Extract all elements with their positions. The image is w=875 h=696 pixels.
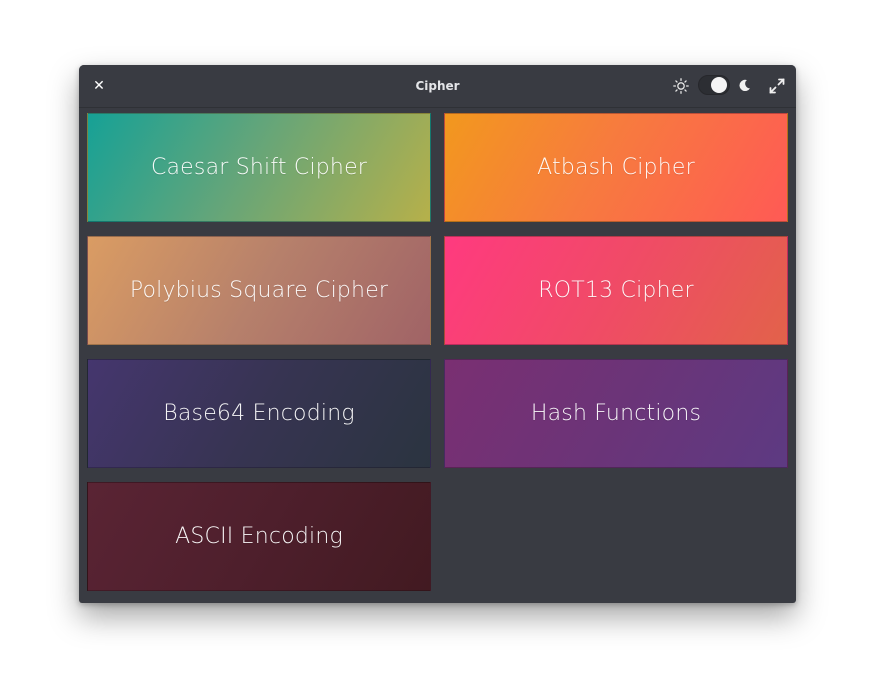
card-polybius-square-cipher[interactable]: Polybius Square Cipher (87, 236, 431, 345)
card-label: ASCII Encoding (175, 524, 343, 549)
card-atbash-cipher[interactable]: Atbash Cipher (444, 113, 788, 222)
card-label: Atbash Cipher (537, 155, 695, 180)
app-window: ✕ Cipher Caesar Shift Cipher Atbash Ciph… (79, 65, 796, 603)
toggle-knob (711, 77, 727, 93)
card-hash-functions[interactable]: Hash Functions (444, 359, 788, 468)
card-label: ROT13 Cipher (538, 278, 694, 303)
moon-icon (739, 79, 750, 92)
card-ascii-encoding[interactable]: ASCII Encoding (87, 482, 431, 591)
sun-icon (673, 78, 689, 94)
card-label: Base64 Encoding (163, 401, 355, 426)
maximize-icon[interactable] (768, 77, 786, 95)
close-button[interactable]: ✕ (89, 76, 109, 96)
card-label: Caesar Shift Cipher (150, 155, 368, 180)
card-label: Polybius Square Cipher (129, 278, 389, 303)
dark-mode-toggle[interactable] (698, 75, 730, 95)
card-rot13-cipher[interactable]: ROT13 Cipher (444, 236, 788, 345)
card-label: Hash Functions (530, 401, 702, 426)
card-caesar-shift-cipher[interactable]: Caesar Shift Cipher (87, 113, 431, 222)
card-base64-encoding[interactable]: Base64 Encoding (87, 359, 431, 468)
title-bar: ✕ Cipher (79, 65, 796, 108)
